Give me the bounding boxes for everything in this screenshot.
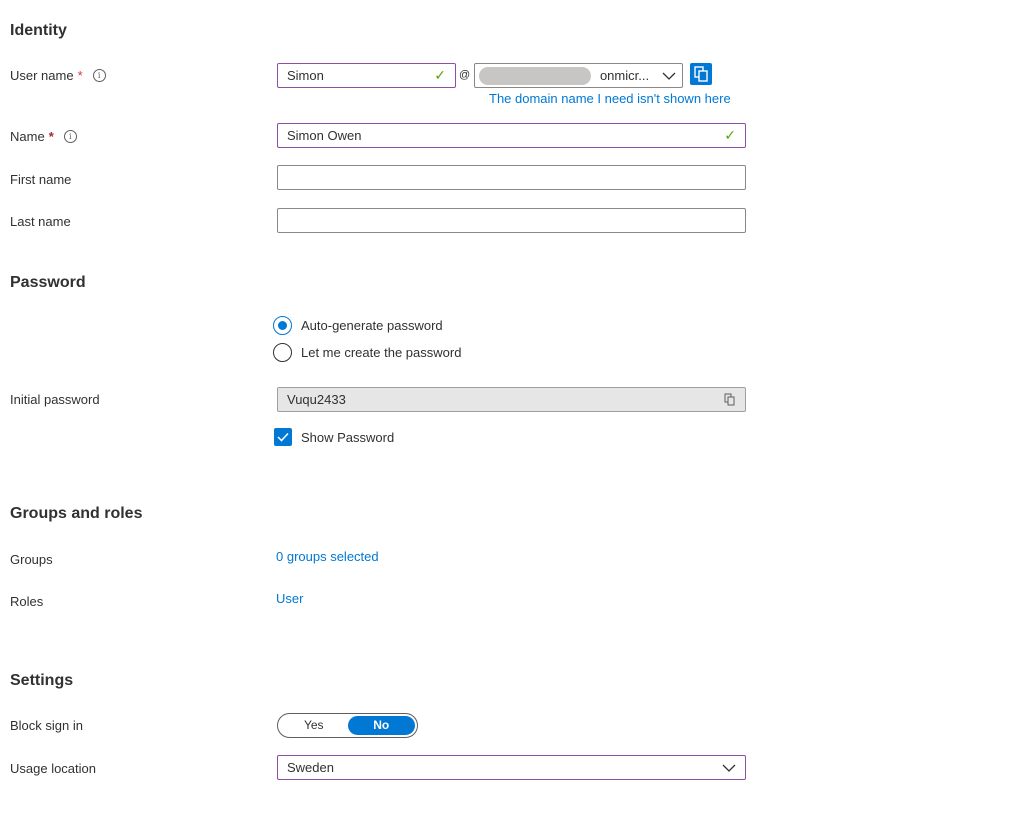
section-title-groups-roles: Groups and roles — [10, 505, 143, 522]
required-asterisk: * — [48, 129, 54, 144]
name-label: Name * i — [10, 129, 77, 144]
name-value: Simon Owen — [287, 128, 362, 143]
name-label-text: Name — [10, 129, 45, 144]
user-name-label-text: User name — [10, 68, 74, 83]
at-symbol: @ — [459, 69, 471, 81]
last-name-label: Last name — [10, 214, 71, 229]
copy-icon[interactable] — [724, 393, 736, 406]
initial-password-field: Vuqu2433 — [277, 387, 746, 412]
section-title-identity: Identity — [10, 22, 67, 39]
initial-password-value: Vuqu2433 — [287, 392, 346, 407]
usage-location-dropdown[interactable]: Sweden — [277, 755, 746, 780]
user-name-input[interactable]: Simon ✓ — [277, 63, 456, 88]
groups-label: Groups — [10, 552, 53, 567]
roles-link[interactable]: User — [276, 591, 303, 606]
domain-value: onmicr... — [599, 68, 650, 83]
domain-not-shown-link[interactable]: The domain name I need isn't shown here — [489, 91, 731, 106]
last-name-input[interactable] — [277, 208, 746, 233]
checkbox-checked-icon[interactable] — [274, 428, 292, 446]
radio-selected-icon[interactable] — [273, 316, 292, 335]
block-sign-in-toggle[interactable]: Yes No — [277, 713, 418, 738]
show-password-option[interactable]: Show Password — [274, 428, 394, 446]
block-sign-in-label: Block sign in — [10, 718, 83, 733]
toggle-no[interactable]: No — [347, 716, 415, 735]
radio-unselected-icon[interactable] — [273, 343, 292, 362]
groups-selected-link[interactable]: 0 groups selected — [276, 549, 379, 564]
redacted-domain — [479, 66, 591, 85]
chevron-down-icon — [662, 72, 676, 80]
valid-check-icon: ✓ — [724, 127, 736, 143]
show-password-label: Show Password — [301, 429, 395, 445]
initial-password-label: Initial password — [10, 392, 100, 407]
info-icon[interactable]: i — [92, 69, 106, 82]
first-name-label: First name — [10, 172, 72, 187]
domain-dropdown[interactable]: onmicr... — [474, 63, 683, 88]
user-name-label: User name * i — [10, 68, 106, 83]
user-name-value: Simon — [287, 68, 324, 83]
chevron-down-icon — [722, 764, 736, 772]
copy-icon[interactable] — [690, 63, 712, 85]
manual-password-label: Let me create the password — [301, 345, 462, 360]
name-input[interactable]: Simon Owen ✓ — [277, 123, 746, 148]
usage-location-label: Usage location — [10, 761, 96, 776]
usage-location-value: Sweden — [287, 760, 334, 775]
auto-generate-option[interactable]: Auto-generate password — [273, 316, 443, 335]
info-icon[interactable]: i — [63, 130, 77, 143]
roles-label: Roles — [10, 594, 44, 609]
section-title-settings: Settings — [10, 672, 74, 689]
manual-password-option[interactable]: Let me create the password — [273, 343, 461, 362]
section-title-password: Password — [10, 274, 86, 291]
valid-check-icon: ✓ — [434, 67, 446, 83]
auto-generate-label: Auto-generate password — [301, 318, 443, 333]
toggle-yes[interactable]: Yes — [280, 716, 348, 735]
first-name-input[interactable] — [277, 165, 746, 190]
required-asterisk: * — [77, 68, 83, 83]
